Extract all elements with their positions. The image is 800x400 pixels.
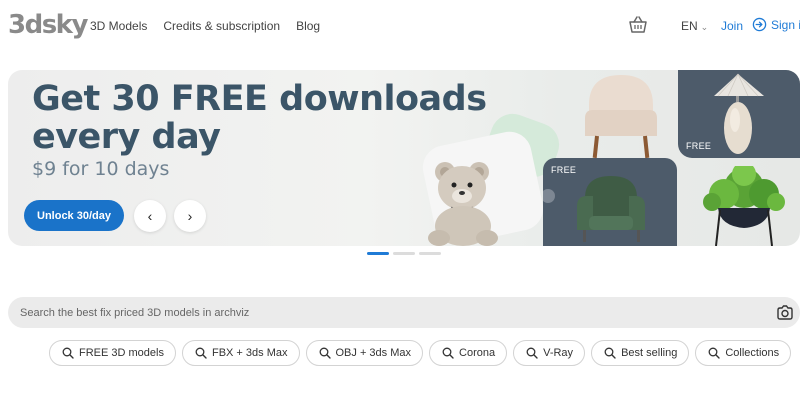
chip-fbx-3ds-max[interactable]: FBX + 3ds Max xyxy=(181,340,300,366)
search-icon xyxy=(319,347,331,359)
free-badge: FREE xyxy=(686,141,712,151)
chip-label: V-Ray xyxy=(543,347,574,359)
chip-v-ray[interactable]: V-Ray xyxy=(513,340,586,366)
banner-headline: Get 30 FREE downloads every day xyxy=(32,80,487,156)
site-header: 3dsky 3D Models Credits & subscription B… xyxy=(0,0,800,52)
headline-line-1: Get 30 FREE downloads xyxy=(32,79,487,119)
pager-dot-3[interactable] xyxy=(419,252,441,255)
nav-credits-subscription[interactable]: Credits & subscription xyxy=(163,19,280,33)
teddy-bear-image xyxy=(428,162,498,246)
chip-label: Best selling xyxy=(621,347,678,359)
language-label: EN xyxy=(681,19,698,33)
unlock-button[interactable]: Unlock 30/day xyxy=(24,200,124,231)
search-icon xyxy=(604,347,616,359)
chip-free-3d-models[interactable]: FREE 3D models xyxy=(49,340,176,366)
banner-prev-button[interactable]: ‹ xyxy=(134,200,166,232)
chip-best-selling[interactable]: Best selling xyxy=(591,340,690,366)
sign-in-label: Sign in xyxy=(771,17,800,32)
chip-label: FREE 3D models xyxy=(79,347,164,359)
armchair-image xyxy=(585,75,657,159)
chip-corona[interactable]: Corona xyxy=(429,340,508,366)
chip-label: OBJ + 3ds Max xyxy=(335,347,412,359)
camera-search-icon[interactable] xyxy=(776,304,794,322)
search-icon xyxy=(62,347,74,359)
green-armchair-image xyxy=(543,176,645,242)
chevron-right-icon: › xyxy=(187,208,193,224)
banner-next-button[interactable]: › xyxy=(174,200,206,232)
nav-blog[interactable]: Blog xyxy=(296,19,320,33)
search-icon xyxy=(442,347,454,359)
chevron-left-icon: ‹ xyxy=(147,208,153,224)
sign-in-icon xyxy=(752,17,767,32)
banner-pager xyxy=(367,252,441,255)
chip-obj-3ds-max[interactable]: OBJ + 3ds Max xyxy=(305,340,424,366)
chip-label: Corona xyxy=(459,347,496,359)
language-selector[interactable]: EN ⌄ xyxy=(681,19,708,33)
nav-3d-models[interactable]: 3D Models xyxy=(90,19,147,33)
search-icon xyxy=(526,347,538,359)
main-nav: 3D Models Credits & subscription Blog xyxy=(90,19,320,33)
join-link[interactable]: Join xyxy=(721,19,743,33)
chip-label: Collections xyxy=(725,347,780,359)
chip-collections[interactable]: Collections xyxy=(695,340,792,366)
search-icon xyxy=(195,347,207,359)
lamp-product-tile[interactable]: FREE xyxy=(678,70,800,158)
search-icon xyxy=(708,347,721,359)
banner-subline: $9 for 10 days xyxy=(32,158,170,180)
cart-icon[interactable] xyxy=(627,14,649,36)
promo-banner[interactable]: Get 30 FREE downloads every day $9 for 1… xyxy=(8,70,800,246)
headline-line-2: every day xyxy=(32,117,221,157)
quick-filters: FREE 3D models FBX + 3ds Max OBJ + 3ds M… xyxy=(49,340,792,366)
green-chair-product-tile[interactable]: FREE xyxy=(543,158,677,246)
chip-label: FBX + 3ds Max xyxy=(211,347,288,359)
pager-dot-2[interactable] xyxy=(393,252,415,255)
site-logo[interactable]: 3dsky xyxy=(8,10,88,40)
search-input[interactable] xyxy=(8,297,728,328)
chevron-down-icon: ⌄ xyxy=(700,22,709,32)
potted-plant-image xyxy=(703,166,785,246)
sign-in-link[interactable]: Sign in xyxy=(752,17,800,32)
search-bar xyxy=(8,297,800,328)
pager-dot-1[interactable] xyxy=(367,252,389,255)
